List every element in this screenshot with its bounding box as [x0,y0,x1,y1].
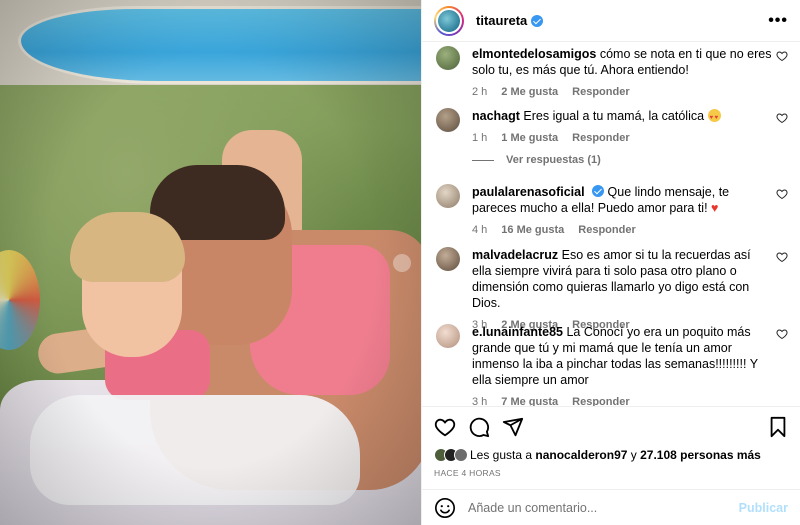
comment-icon[interactable] [468,416,490,438]
verified-badge-icon [531,14,544,27]
verified-badge-icon [592,185,605,197]
post-header: titaureta ••• [422,0,800,42]
view-replies-button[interactable]: Ver respuestas (1) [472,154,601,166]
comment-avatar[interactable] [436,46,460,70]
comment-body: nachagt Eres igual a tu mamá, la católic… [472,108,772,146]
comment-likes[interactable]: 16 Me gusta [501,222,564,238]
comment-username[interactable]: e.lunainfante85 [472,325,563,339]
comment-reply-button[interactable]: Responder [578,222,635,238]
comment-username[interactable]: nachagt [472,109,520,123]
comment-item: malvadelacruz Eso es amor si tu la recue… [436,247,796,333]
comment-username[interactable]: malvadelacruz [472,248,558,262]
liker-avatar [454,448,468,462]
comment-body: paulalarenasoficial Que lindo mensaje, t… [472,184,772,238]
red-heart-emoji-icon: ♥ [711,201,719,215]
comments-list: elmontedelosamigos cómo se nota en ti qu… [422,42,800,406]
comment-input[interactable] [468,500,739,515]
more-options-icon[interactable]: ••• [768,12,788,30]
likes-count[interactable]: 27.108 personas más [640,448,761,462]
comment-likes[interactable]: 7 Me gusta [501,394,558,406]
publish-button[interactable]: Publicar [739,501,788,515]
comment-like-heart-icon[interactable] [776,251,788,263]
comment-item: paulalarenasoficial Que lindo mensaje, t… [436,184,796,238]
like-heart-icon[interactable] [434,416,456,438]
comment-avatar[interactable] [436,108,460,132]
likes-user[interactable]: nanocalderon97 [535,448,627,462]
comment-reply-button[interactable]: Responder [572,130,629,146]
likes-and: y [630,448,637,462]
add-comment-bar: Publicar [422,489,800,525]
comment-username[interactable]: paulalarenasoficial [472,185,585,199]
view-replies-line [472,159,494,161]
comment-like-heart-icon[interactable] [776,188,788,200]
comment-likes[interactable]: 1 Me gusta [501,130,558,146]
comment-item: nachagt Eres igual a tu mamá, la católic… [436,108,796,146]
emoji-picker-icon[interactable] [434,497,456,519]
carousel-next-button[interactable] [393,254,411,272]
photo-vignette [0,0,421,525]
comment-username[interactable]: elmontedelosamigos [472,47,596,61]
comment-likes[interactable]: 2 Me gusta [501,84,558,100]
comment-avatar[interactable] [436,184,460,208]
comment-text: Eres igual a tu mamá, la católica [523,109,705,123]
comment-time[interactable]: 1 h [472,130,487,146]
view-replies-label: Ver respuestas (1) [506,154,601,166]
author-avatar-image [436,7,462,34]
post-sidebar: titaureta ••• elmontedelosamigos cómo se… [421,0,800,525]
post-action-bar [422,406,800,446]
post-time-ago[interactable]: HACE 4 HORAS [434,468,501,478]
comment-meta: 3 h 7 Me gusta Responder [472,394,772,406]
comment-body: malvadelacruz Eso es amor si tu la recue… [472,247,772,333]
comment-reply-button[interactable]: Responder [572,394,629,406]
post-photo[interactable] [0,0,421,525]
author-avatar[interactable] [434,5,464,36]
comment-body: elmontedelosamigos cómo se nota en ti qu… [472,46,772,100]
comment-avatar[interactable] [436,247,460,271]
comment-like-heart-icon[interactable] [776,50,788,62]
comment-time[interactable]: 3 h [472,394,487,406]
comment-time[interactable]: 4 h [472,222,487,238]
likes-summary: Les gusta a nanocalderon97 y 27.108 pers… [434,448,761,462]
comment-body: e.lunainfante85 La Conocí yo era un poqu… [472,324,772,406]
comment-item: e.lunainfante85 La Conocí yo era un poqu… [436,324,796,406]
comment-meta: 2 h 2 Me gusta Responder [472,84,772,100]
comment-like-heart-icon[interactable] [776,112,788,124]
likes-prefix: Les gusta a [470,448,533,462]
comment-avatar[interactable] [436,324,460,348]
comment-reply-button[interactable]: Responder [572,84,629,100]
author-username[interactable]: titaureta [476,13,527,28]
comment-like-heart-icon[interactable] [776,328,788,340]
heart-eyes-emoji-icon [707,109,721,126]
share-icon[interactable] [502,416,524,438]
bookmark-icon[interactable] [768,416,788,438]
likers-avatars[interactable] [434,448,468,462]
comment-meta: 1 h 1 Me gusta Responder [472,130,772,146]
comment-meta: 4 h 16 Me gusta Responder [472,222,772,238]
comment-time[interactable]: 2 h [472,84,487,100]
comment-item: elmontedelosamigos cómo se nota en ti qu… [436,46,796,100]
